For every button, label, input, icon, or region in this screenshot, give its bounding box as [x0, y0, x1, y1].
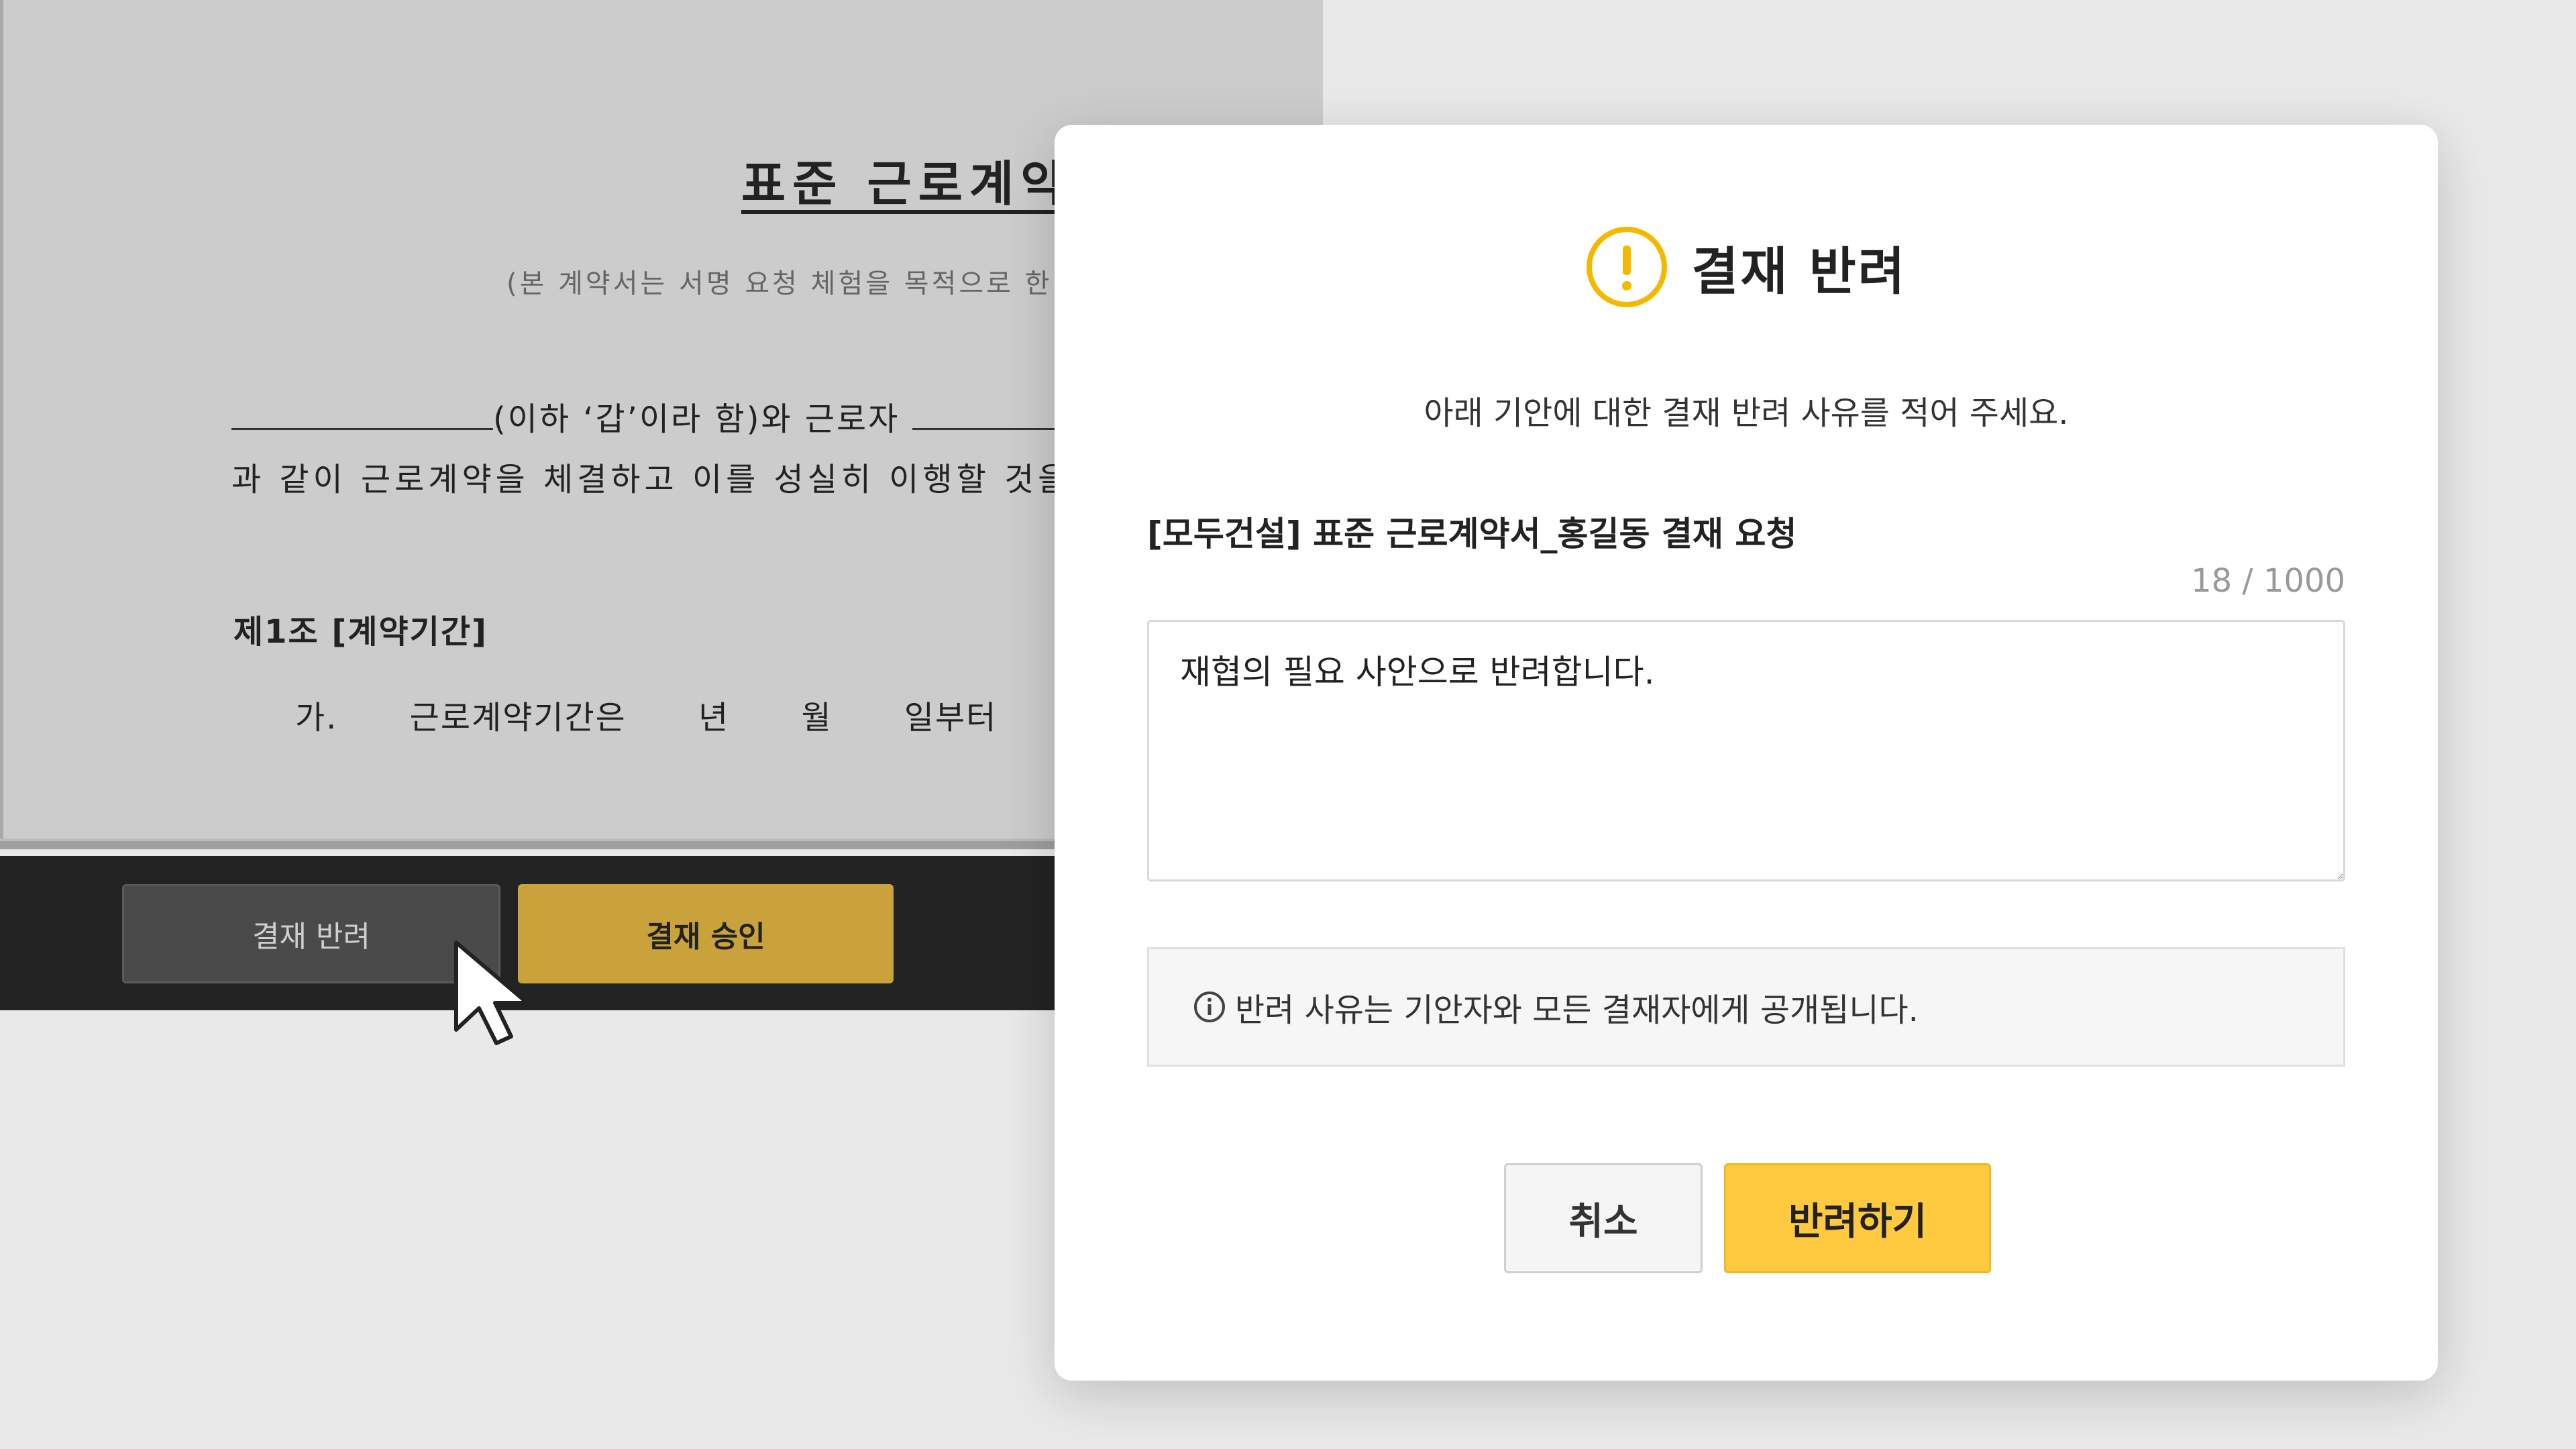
notice-box: 반려 사유는 기안자와 모든 결재자에게 공개됩니다.	[1147, 947, 2345, 1067]
cancel-button[interactable]: 취소	[1504, 1163, 1703, 1273]
document-name: [모두건설] 표준 근로계약서_홍길동 결재 요청	[1147, 515, 1797, 553]
mouse-cursor-icon	[454, 941, 529, 1045]
info-icon	[1194, 991, 1225, 1022]
document-subtitle: (본 계약서는 서명 요청 체험을 목적으로 한	[506, 268, 1053, 299]
submit-reject-button[interactable]: 반려하기	[1724, 1163, 1991, 1273]
character-counter: 18 / 1000	[2191, 562, 2345, 600]
dialog-title: 결재 반려	[1691, 241, 1907, 301]
dialog-header: 결재 반려	[1055, 225, 2438, 309]
document-title: 표준 근로계약	[741, 156, 1072, 212]
document-line1-text: (이하 ‘갑’이라 함)와 근로자	[493, 400, 900, 438]
reject-approval-button[interactable]: 결재 반려	[122, 884, 500, 983]
notice-text: 반려 사유는 기안자와 모든 결재자에게 공개됩니다.	[1235, 991, 1919, 1029]
reject-reason-textarea[interactable]	[1147, 620, 2345, 881]
document-paragraph-line: 과 같이 근로계약을 체결하고 이를 성실히 이행할 것을	[231, 461, 1072, 498]
dialog-instruction: 아래 기안에 대한 결재 반려 사유를 적어 주세요.	[1424, 394, 2069, 432]
warning-icon	[1587, 227, 1668, 307]
article-heading: 제1조 [계약기간]	[233, 613, 488, 651]
approve-button[interactable]: 결재 승인	[518, 884, 894, 983]
contract-clause: 가. 근로계약기간은 년 월 일부터	[295, 699, 998, 737]
reject-approval-dialog: 결재 반려 아래 기안에 대한 결재 반려 사유를 적어 주세요. [모두건설]…	[1055, 125, 2438, 1381]
document-paragraph-line: (이하 ‘갑’이라 함)와 근로자	[231, 392, 1060, 439]
